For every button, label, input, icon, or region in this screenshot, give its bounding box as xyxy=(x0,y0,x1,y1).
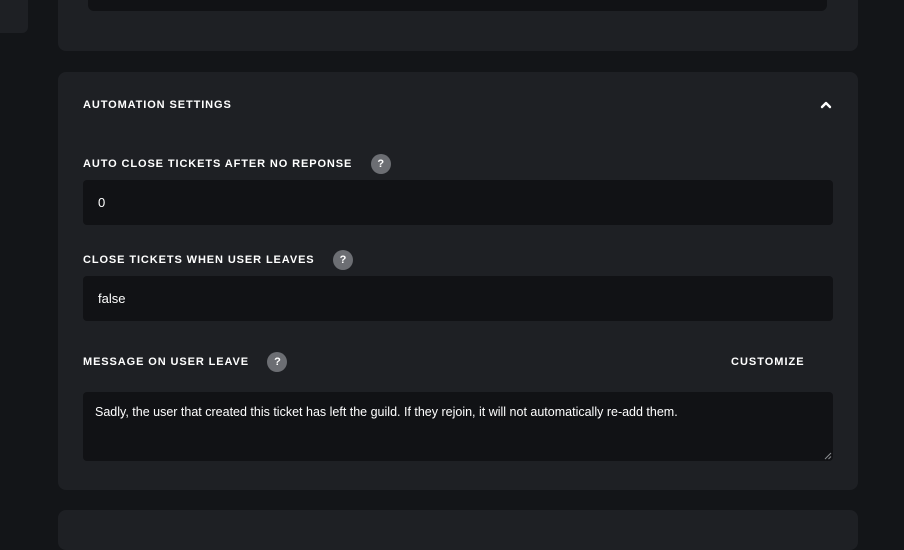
collapse-button[interactable] xyxy=(817,96,835,114)
question-mark-icon[interactable]: ? xyxy=(370,154,391,174)
automation-settings-header[interactable]: AUTOMATION SETTINGS xyxy=(83,98,835,112)
section-title: AUTOMATION SETTINGS xyxy=(83,99,232,111)
close-on-leave-label-row: CLOSE TICKETS WHEN USER LEAVES ? xyxy=(83,250,353,270)
next-settings-card xyxy=(58,510,858,550)
leave-message-label-row: MESSAGE ON USER LEAVE ? xyxy=(83,352,288,372)
leave-message-textarea[interactable]: Sadly, the user that created this ticket… xyxy=(83,392,833,461)
auto-close-label-row: AUTO CLOSE TICKETS AFTER NO REPONSE ? xyxy=(83,154,391,174)
automation-settings-card: AUTOMATION SETTINGS AUTO CLOSE TICKETS A… xyxy=(58,72,858,490)
resize-handle-icon[interactable] xyxy=(824,452,832,460)
question-mark-icon[interactable]: ? xyxy=(267,352,288,372)
side-panel-edge xyxy=(0,0,28,33)
leave-message-label: MESSAGE ON USER LEAVE xyxy=(83,356,249,368)
close-on-leave-label: CLOSE TICKETS WHEN USER LEAVES xyxy=(83,254,315,266)
auto-close-label: AUTO CLOSE TICKETS AFTER NO REPONSE xyxy=(83,158,353,170)
question-mark-icon[interactable]: ? xyxy=(333,250,353,270)
chevron-up-icon xyxy=(820,101,832,109)
previous-settings-card xyxy=(58,0,858,51)
previous-field xyxy=(88,0,827,11)
customize-button[interactable]: CUSTOMIZE xyxy=(731,355,805,369)
close-on-leave-input[interactable] xyxy=(83,276,833,321)
auto-close-input[interactable] xyxy=(83,180,833,225)
